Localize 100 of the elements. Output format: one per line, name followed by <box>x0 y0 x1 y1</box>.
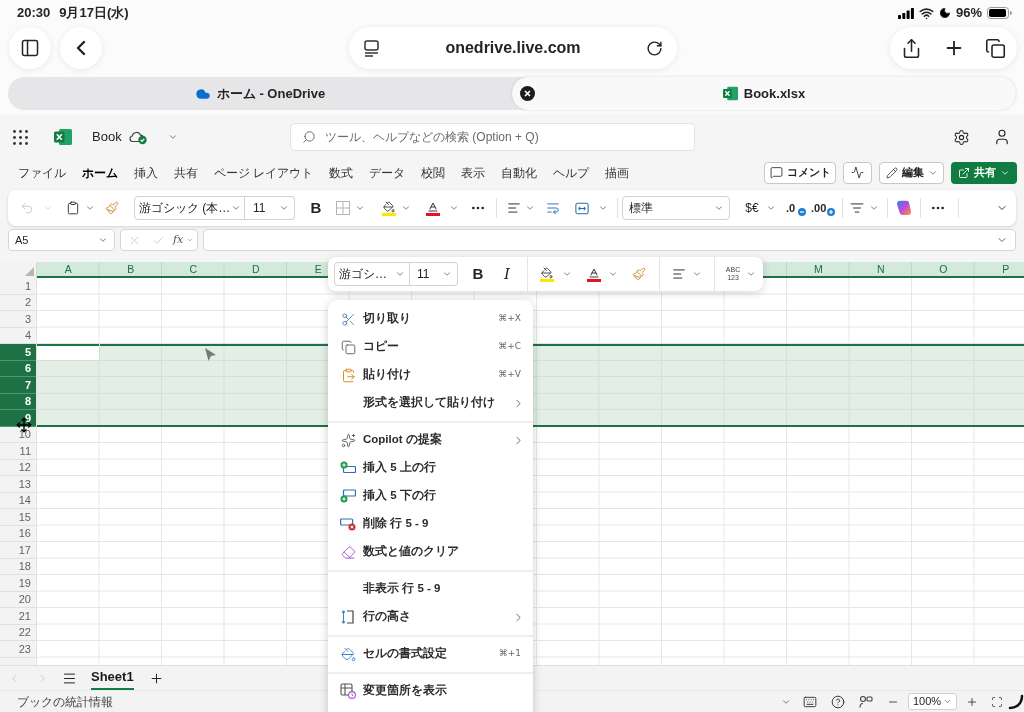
context-menu-item[interactable]: 挿入 5 上の行 <box>328 454 533 482</box>
back-button[interactable] <box>60 27 102 69</box>
row-header[interactable]: 5 <box>0 344 36 361</box>
row-header[interactable]: 21 <box>0 608 36 625</box>
column-header[interactable]: D <box>251 263 260 275</box>
activity-button[interactable] <box>843 161 872 184</box>
row-header[interactable]: 16 <box>0 525 36 542</box>
chevron-down-icon[interactable] <box>85 203 95 213</box>
chevron-down-icon[interactable] <box>449 203 459 213</box>
chevron-down-icon[interactable] <box>525 203 535 213</box>
row-header[interactable]: 14 <box>0 492 36 509</box>
decrease-decimal-button[interactable]: .0 <box>786 198 806 218</box>
paint-bucket-icon[interactable] <box>382 200 396 216</box>
row-header[interactable]: 18 <box>0 558 36 575</box>
context-menu-item[interactable]: Copilot の提案 <box>328 426 533 454</box>
chevron-down-icon[interactable] <box>186 236 195 244</box>
close-icon[interactable] <box>520 86 535 101</box>
column-header[interactable]: O <box>939 263 948 275</box>
help-icon[interactable] <box>831 694 845 709</box>
paint-bucket-icon[interactable] <box>540 266 554 282</box>
clipboard-icon[interactable] <box>66 201 80 215</box>
chevron-down-icon[interactable] <box>766 203 776 213</box>
row-header[interactable]: 20 <box>0 591 36 608</box>
row-header[interactable]: 2 <box>0 294 36 311</box>
menu-tab[interactable]: ヘルプ <box>553 163 590 182</box>
row-header[interactable]: 11 <box>0 443 36 460</box>
context-menu-item[interactable]: 切り取り ⌘+X <box>328 305 533 333</box>
chevron-down-icon[interactable] <box>598 203 608 213</box>
search-field[interactable]: ツール、ヘルプなどの検索 (Option + Q) <box>290 123 695 151</box>
settings-icon[interactable] <box>953 128 970 146</box>
row-header[interactable]: 1 <box>0 278 36 295</box>
chevron-down-icon[interactable] <box>746 269 756 279</box>
context-menu-item[interactable]: コピー ⌘+C <box>328 333 533 361</box>
browser-tab[interactable]: ホーム - OneDrive <box>8 77 512 110</box>
share-icon[interactable] <box>901 37 922 59</box>
font-name-dropdown[interactable]: 游ゴシ… <box>334 262 410 286</box>
menu-tab[interactable]: ファイル <box>18 163 66 182</box>
chevron-down-icon[interactable] <box>869 203 879 213</box>
context-menu-item[interactable]: セルの書式設定 ⌘+1 <box>328 640 533 668</box>
chevron-down-icon[interactable] <box>401 203 411 213</box>
context-menu-item[interactable]: 非表示 行 5 - 9 <box>328 575 533 603</box>
font-color-icon[interactable] <box>426 200 440 216</box>
row-header[interactable]: 9 <box>0 410 36 427</box>
corner-curve-icon[interactable] <box>1008 693 1024 710</box>
row-header[interactable]: 23 <box>0 641 36 658</box>
context-menu-item[interactable]: 変更箇所を表示 <box>328 677 533 705</box>
browser-tab[interactable]: Book.xlsx <box>512 77 1016 110</box>
column-header[interactable]: P <box>1002 263 1010 275</box>
row-header[interactable]: 7 <box>0 377 36 394</box>
fullscreen-icon[interactable] <box>991 695 1003 708</box>
menu-tab[interactable]: ページ レイアウト <box>214 163 314 182</box>
menu-tab[interactable]: ホーム <box>82 163 118 182</box>
font-size-dropdown[interactable]: 11 <box>410 262 458 286</box>
font-name-dropdown[interactable]: 游ゴシック (本… <box>134 196 245 220</box>
active-cell[interactable] <box>37 344 100 361</box>
comment-button[interactable]: コメント <box>764 161 836 184</box>
column-header[interactable]: B <box>127 263 135 275</box>
increase-decimal-button[interactable]: .00 <box>811 198 835 218</box>
context-menu-item[interactable]: 形式を選択して貼り付け <box>328 389 533 417</box>
column-header[interactable]: N <box>876 263 885 275</box>
context-menu-item[interactable]: 削除 行 5 - 9 <box>328 510 533 538</box>
currency-format-button[interactable]: $€ <box>742 199 762 217</box>
wrap-text-icon[interactable] <box>546 201 560 215</box>
person-icon[interactable] <box>993 128 1011 146</box>
align-left-icon[interactable] <box>672 267 686 281</box>
row-header[interactable]: 19 <box>0 575 36 592</box>
column-header[interactable]: E <box>314 263 322 275</box>
bold-button[interactable]: B <box>308 196 324 220</box>
column-header[interactable]: C <box>189 263 198 275</box>
share-button[interactable]: 共有 <box>951 161 1017 184</box>
column-header[interactable]: M <box>813 263 823 275</box>
chevron-down-icon[interactable] <box>608 269 618 279</box>
tabs-icon[interactable] <box>985 37 1006 59</box>
gradient-logo-icon[interactable] <box>896 200 912 216</box>
workbook-statistics-button[interactable]: ブックの統計情報 <box>17 692 113 711</box>
bold-button[interactable]: B <box>470 262 486 286</box>
menu-tab[interactable]: 描画 <box>605 163 630 182</box>
paintbrush-icon[interactable] <box>105 201 119 215</box>
menu-tab[interactable]: 自動化 <box>501 163 538 182</box>
menu-tab[interactable]: 表示 <box>461 163 486 182</box>
zoom-dropdown[interactable]: 100% <box>908 693 957 710</box>
context-menu-item[interactable]: 数式と値のクリア <box>328 538 533 566</box>
menu-icon[interactable] <box>62 670 77 686</box>
row-header[interactable]: 13 <box>0 476 36 493</box>
chevron-down-icon[interactable] <box>562 269 572 279</box>
italic-button[interactable]: I <box>500 262 514 286</box>
menu-tab[interactable]: 校閲 <box>421 163 446 182</box>
menu-tab[interactable]: 挿入 <box>134 163 158 182</box>
borders-grid-icon[interactable] <box>336 201 350 215</box>
row-header[interactable]: 10 <box>0 426 36 443</box>
address-bar[interactable]: onedrive.live.com <box>349 27 677 69</box>
sidebar-button[interactable] <box>9 27 51 69</box>
formula-input[interactable] <box>203 229 1016 251</box>
font-color-icon[interactable] <box>587 266 601 282</box>
person-note-icon[interactable] <box>859 694 873 709</box>
row-header[interactable]: 22 <box>0 624 36 641</box>
row-header[interactable]: 17 <box>0 542 36 559</box>
paintbrush-icon[interactable] <box>632 267 646 281</box>
double-arrow-box-icon[interactable] <box>575 201 589 215</box>
edit-mode-button[interactable]: 編集 <box>879 161 944 184</box>
